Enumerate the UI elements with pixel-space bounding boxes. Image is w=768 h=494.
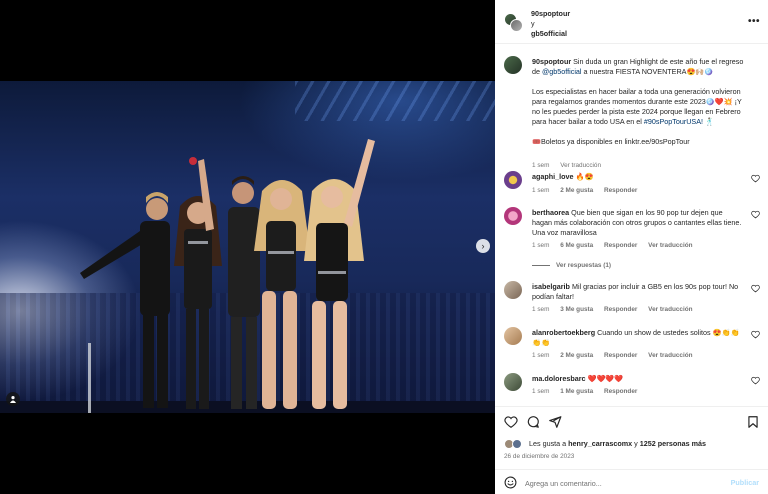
comment-text: berthaorea Que bien que sigan en los 90 … — [532, 208, 744, 238]
bookmark-icon[interactable] — [746, 415, 760, 429]
comment-username[interactable]: berthaorea — [532, 208, 569, 217]
comment-likes[interactable]: 2 Me gusta — [560, 187, 593, 194]
comment-body: 🔥😍 — [575, 172, 594, 181]
post-sidebar: 90spoptour y gb5official ••• 90spoptour … — [495, 0, 768, 494]
avatar[interactable] — [504, 56, 522, 74]
likes-summary: Les gusta a henry_carrascomx y 1252 pers… — [504, 438, 706, 450]
caption-username[interactable]: 90spoptour — [532, 57, 571, 66]
comment-likes[interactable]: 6 Me gusta — [560, 242, 593, 249]
user-tag-button[interactable] — [6, 392, 20, 406]
comment-likes[interactable]: 1 Me gusta — [560, 388, 593, 395]
user-tag-icon — [10, 396, 16, 403]
post-date[interactable]: 26 de diciembre de 2023 — [504, 453, 574, 460]
next-image-button[interactable]: › — [476, 239, 490, 253]
post-media: › — [0, 0, 495, 494]
comment-username[interactable]: alanrobertoekberg — [532, 328, 595, 337]
timestamp[interactable]: 1 sem — [532, 352, 549, 359]
collab-names: 90spoptour y gb5official — [531, 9, 570, 39]
comments-scroll[interactable]: 90spoptour Sin duda un gran Highlight de… — [495, 45, 768, 405]
heart-icon[interactable] — [504, 415, 518, 429]
reply-button[interactable]: Responder — [604, 388, 637, 395]
caption-meta: 1 sem Ver traducción — [532, 162, 610, 169]
post-photo[interactable] — [0, 81, 495, 413]
avatar — [510, 19, 523, 32]
comment-input[interactable] — [525, 476, 715, 490]
header-username[interactable]: 90spoptour — [531, 9, 570, 19]
post-header: 90spoptour y gb5official ••• — [495, 0, 768, 44]
avatar[interactable] — [504, 207, 522, 225]
divider — [532, 264, 550, 266]
reply-button[interactable]: Responder — [604, 187, 637, 194]
avatar — [512, 439, 522, 450]
likes-and: y — [634, 439, 638, 448]
comment-icon[interactable] — [526, 415, 540, 429]
likers-avatars — [504, 439, 524, 450]
reply-button[interactable]: Responder — [604, 306, 637, 313]
see-translation[interactable]: Ver traducción — [648, 242, 692, 249]
see-translation[interactable]: Ver traducción — [648, 352, 692, 359]
post-actions: Les gusta a henry_carrascomx y 1252 pers… — [495, 406, 768, 494]
comment-meta: 1 sem 2 Me gusta Responder — [532, 187, 646, 194]
share-icon[interactable] — [548, 415, 562, 429]
comment-meta: 1 sem 1 Me gusta Responder — [532, 388, 646, 395]
heart-icon[interactable] — [751, 376, 760, 385]
caption-text: 90spoptour Sin duda un gran Highlight de… — [532, 57, 744, 147]
avatar[interactable] — [504, 171, 522, 189]
comment-meta: 1 sem 6 Me gusta Responder Ver traducció… — [532, 242, 702, 249]
likes-username[interactable]: henry_carrascomx — [568, 439, 632, 448]
comment-body: ❤️❤️❤️❤️ — [587, 374, 624, 383]
comment-text: alanrobertoekberg Cuando un show de uste… — [532, 328, 744, 348]
caption-hashtag[interactable]: #90sPopTourUSA! — [644, 117, 703, 126]
timestamp[interactable]: 1 sem — [532, 306, 549, 313]
comment-meta: 1 sem 2 Me gusta Responder Ver traducció… — [532, 352, 702, 359]
header-and: y — [531, 19, 535, 28]
comment-text: isabelgarib Mil gracias por incluir a GB… — [532, 282, 744, 302]
caption-mention[interactable]: @gb5official — [542, 67, 582, 76]
timestamp[interactable]: 1 sem — [532, 187, 549, 194]
avatar[interactable] — [504, 281, 522, 299]
performers-illustration — [80, 139, 375, 413]
see-translation[interactable]: Ver traducción — [560, 162, 601, 169]
caption-line: 🕺🏻 — [705, 117, 714, 126]
more-options-icon[interactable]: ••• — [748, 16, 760, 27]
comment-text: agaphi_love 🔥😍 — [532, 172, 744, 182]
reply-button[interactable]: Responder — [604, 242, 637, 249]
heart-icon[interactable] — [751, 284, 760, 293]
comment-username[interactable]: agaphi_love — [532, 172, 574, 181]
caption-line: a nuestra FIESTA NOVENTERA😍🙌🏼🪩 — [583, 67, 714, 76]
see-translation[interactable]: Ver traducción — [648, 306, 692, 313]
comment-composer: Publicar — [495, 469, 768, 494]
chevron-right-icon: › — [481, 241, 485, 251]
publish-button[interactable]: Publicar — [731, 478, 759, 487]
avatar[interactable] — [504, 327, 522, 345]
heart-icon[interactable] — [751, 210, 760, 219]
view-replies[interactable]: Ver respuestas (1) — [532, 262, 620, 269]
timestamp[interactable]: 1 sem — [532, 242, 549, 249]
comment-likes[interactable]: 2 Me gusta — [560, 352, 593, 359]
comment-text: ma.doloresbarc ❤️❤️❤️❤️ — [532, 374, 744, 384]
timestamp[interactable]: 1 sem — [532, 388, 549, 395]
view-replies-label[interactable]: Ver respuestas (1) — [556, 262, 611, 269]
timestamp[interactable]: 1 sem — [532, 162, 549, 169]
comment-username[interactable]: isabelgarib — [532, 282, 570, 291]
header-collaborator[interactable]: gb5official — [531, 29, 570, 39]
likes-prefix: Les gusta a — [529, 439, 567, 448]
comment-likes[interactable]: 3 Me gusta — [560, 306, 593, 313]
caption-line: 🎟️Boletos ya disponibles en linktr.ee/90… — [532, 137, 690, 146]
avatar[interactable] — [504, 373, 522, 391]
collab-avatars[interactable] — [504, 13, 523, 32]
comment-meta: 1 sem 3 Me gusta Responder Ver traducció… — [532, 306, 702, 313]
heart-icon[interactable] — [751, 174, 760, 183]
comment-username[interactable]: ma.doloresbarc — [532, 374, 586, 383]
emoji-icon[interactable] — [504, 476, 517, 489]
heart-icon[interactable] — [751, 330, 760, 339]
reply-button[interactable]: Responder — [604, 352, 637, 359]
likes-count[interactable]: 1252 personas más — [640, 439, 706, 448]
